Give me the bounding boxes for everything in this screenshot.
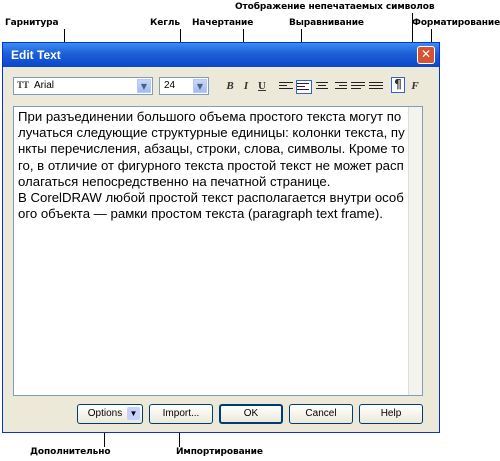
callout-nonprinting: Отображение непечатаемых символов — [235, 2, 435, 12]
align-full-icon[interactable] — [351, 80, 365, 92]
text-content[interactable]: При разъединении большого объема простог… — [18, 109, 406, 222]
text-editor[interactable]: При разъединении большого объема простог… — [13, 106, 423, 396]
callout-size: Кегль — [150, 18, 180, 28]
truetype-icon: TT — [17, 80, 30, 90]
font-name-value: Arial — [34, 80, 55, 91]
underline-button[interactable]: U — [255, 79, 269, 93]
align-left-icon[interactable] — [296, 80, 312, 94]
callout-import: Импортирование — [176, 447, 263, 457]
italic-button[interactable]: I — [239, 79, 253, 93]
cancel-button[interactable]: Cancel — [289, 404, 353, 424]
import-button[interactable]: Import... — [149, 404, 213, 424]
callout-formatting: Форматирование — [412, 18, 500, 28]
combo-arrow-icon[interactable]: ▼ — [137, 79, 151, 93]
dialog-title: Edit Text — [11, 48, 61, 62]
font-size-value: 24 — [164, 80, 176, 91]
font-size-select[interactable]: 24 ▼ — [159, 77, 209, 95]
options-label: Options — [87, 408, 123, 419]
align-center-icon[interactable] — [315, 80, 329, 92]
align-force-icon[interactable] — [369, 80, 383, 92]
vertical-scrollbar[interactable] — [408, 107, 422, 395]
align-none-icon[interactable] — [279, 80, 293, 92]
close-icon[interactable]: ✕ — [417, 46, 435, 64]
show-nonprinting-button[interactable]: ¶ — [391, 77, 405, 93]
combo-arrow-icon[interactable]: ▼ — [193, 79, 207, 93]
format-text-button[interactable]: F — [408, 79, 422, 93]
callout-more: Дополнительно — [30, 447, 111, 457]
callout-style: Начертание — [192, 18, 254, 28]
bold-button[interactable]: B — [223, 79, 237, 93]
edit-text-dialog: Edit Text ✕ TT Arial ▼ 24 ▼ B I U ¶ F Пр… — [2, 42, 440, 433]
align-right-icon[interactable] — [333, 80, 347, 92]
options-button[interactable]: Options ▼ — [77, 404, 143, 424]
help-button[interactable]: Help — [359, 404, 423, 424]
font-name-select[interactable]: TT Arial ▼ — [13, 77, 153, 95]
chevron-down-icon: ▼ — [127, 407, 140, 420]
callout-typeface: Гарнитура — [5, 18, 59, 28]
callout-alignment: Выравнивание — [289, 18, 364, 28]
ok-button[interactable]: OK — [219, 404, 283, 424]
title-bar[interactable]: Edit Text ✕ — [3, 43, 439, 67]
